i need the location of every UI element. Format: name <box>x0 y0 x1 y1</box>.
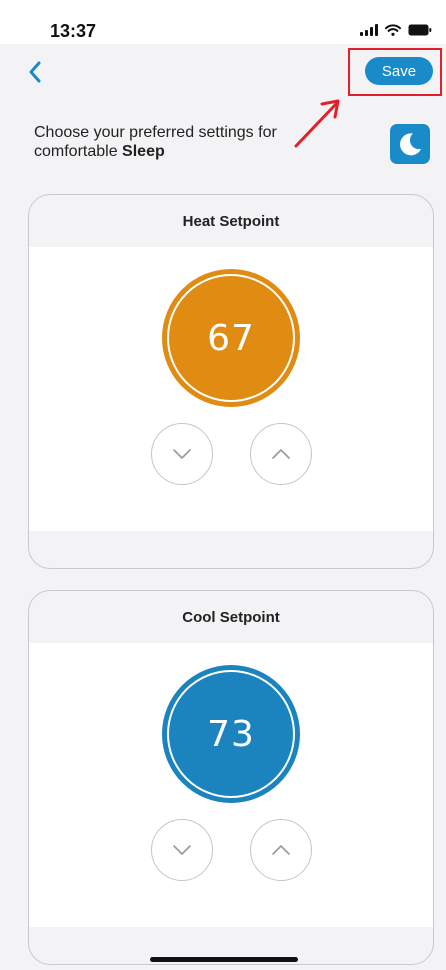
cool-setpoint-body: 73 <box>29 643 433 927</box>
phone-screen: 13:37 Save Choose your preferred setting… <box>0 0 446 970</box>
chevron-up-icon <box>272 845 290 855</box>
cool-setpoint-title: Cool Setpoint <box>182 608 280 626</box>
chevron-down-icon <box>173 449 191 459</box>
back-button[interactable] <box>24 58 48 86</box>
status-time: 13:37 <box>50 21 97 41</box>
heat-setpoint-title: Heat Setpoint <box>182 212 280 230</box>
sleep-mode-button[interactable] <box>390 124 430 164</box>
cool-setpoint-dial: 73 <box>162 665 300 803</box>
intro-mode-name: Sleep <box>122 143 165 160</box>
nav-bar: Save <box>0 44 446 148</box>
chevron-down-icon <box>173 845 191 855</box>
signal-icon <box>360 24 378 36</box>
status-bar: 13:37 <box>0 0 446 44</box>
battery-icon <box>408 24 432 36</box>
chevron-up-icon <box>272 449 290 459</box>
heat-setpoint-card: Heat Setpoint 67 <box>28 194 434 569</box>
heat-setpoint-value: 67 <box>167 274 295 402</box>
wifi-icon <box>385 24 401 36</box>
heat-setpoint-body: 67 <box>29 247 433 531</box>
status-icons <box>360 24 432 36</box>
moon-icon <box>400 133 421 156</box>
cool-setpoint-value: 73 <box>167 670 295 798</box>
annotation-highlight-box <box>348 48 442 96</box>
cool-increase-button[interactable] <box>250 819 312 881</box>
cool-decrease-button[interactable] <box>151 819 213 881</box>
heat-increase-button[interactable] <box>250 423 312 485</box>
chevron-left-icon <box>29 61 41 83</box>
cool-setpoint-card: Cool Setpoint 73 <box>28 590 434 965</box>
intro-text: Choose your preferred settings for comfo… <box>34 123 354 161</box>
home-indicator[interactable] <box>150 957 298 962</box>
heat-setpoint-dial: 67 <box>162 269 300 407</box>
heat-decrease-button[interactable] <box>151 423 213 485</box>
